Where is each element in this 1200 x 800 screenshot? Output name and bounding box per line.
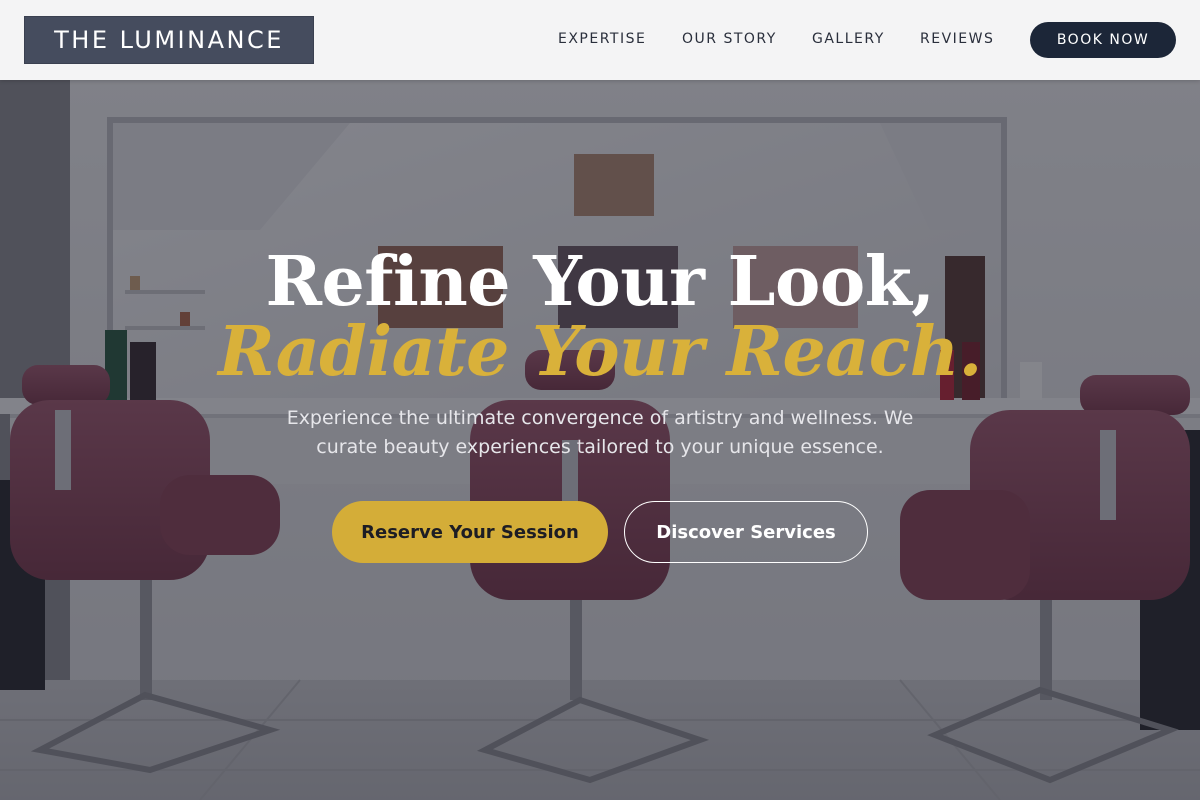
nav-link-expertise[interactable]: EXPERTISE [558,31,646,47]
discover-services-button[interactable]: Discover Services [624,501,868,563]
hero-subtext: Experience the ultimate convergence of a… [286,407,914,458]
reserve-session-button[interactable]: Reserve Your Session [332,501,608,563]
nav-link-gallery[interactable]: GALLERY [812,31,885,47]
hero-section: Refine Your Look, Radiate Your Reach. Ex… [0,80,1200,800]
brand-logo[interactable]: THE LUMINANCE [24,16,314,64]
nav-link-reviews[interactable]: REVIEWS [920,31,994,47]
book-now-button[interactable]: BOOK NOW [1030,22,1176,58]
hero-headline-line1: Refine Your Look, [265,242,935,322]
nav-link-our-story[interactable]: OUR STORY [682,31,777,47]
hero-headline-line2: Radiate Your Reach. [218,312,982,392]
site-header: THE LUMINANCE EXPERTISE OUR STORY GALLER… [0,0,1200,80]
